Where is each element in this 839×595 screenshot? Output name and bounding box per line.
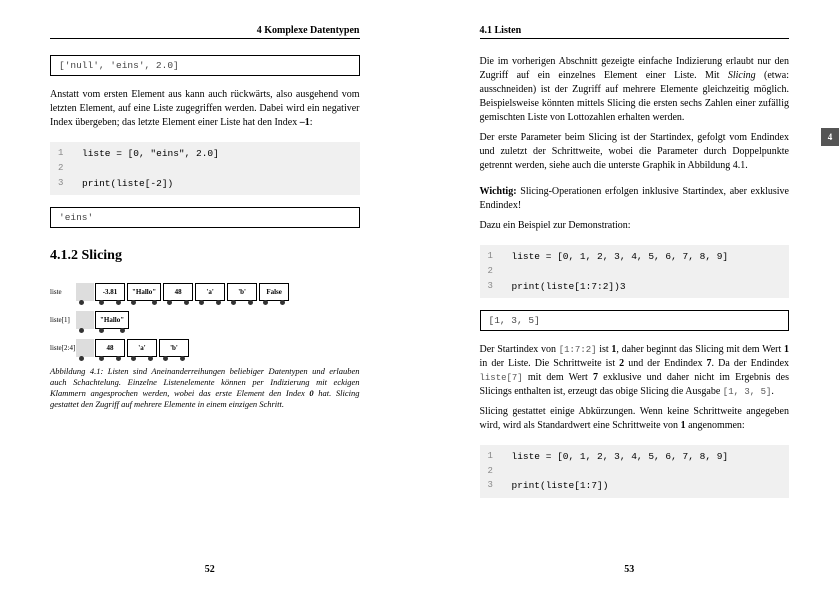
truck-cab-icon	[76, 339, 94, 357]
wagon: "Hallo"	[127, 283, 161, 301]
page-left: 4 Komplexe Datentypen ['null', 'eins', 2…	[0, 0, 420, 595]
text: :	[310, 117, 313, 128]
important-label: Wichtig:	[480, 186, 517, 197]
text: . Da der Endindex	[712, 358, 789, 369]
text: .	[771, 386, 774, 397]
paragraph: Die im vorherigen Abschnitt gezeigte ein…	[480, 55, 790, 125]
num: 1	[784, 344, 789, 355]
paragraph: Dazu ein Beispiel zur Demonstration:	[480, 219, 790, 233]
code: liste = [0, "eins", 2.0]	[82, 146, 219, 161]
figure-4-1: liste -3.81 "Hallo" 48 'a' 'b' False lis…	[50, 280, 360, 360]
wagon: 48	[163, 283, 193, 301]
wagon: 'a'	[127, 339, 157, 357]
term-slicing: Slicing	[728, 70, 756, 81]
page-number-right: 53	[624, 564, 634, 575]
output-box-1: ['null', 'eins', 2.0]	[50, 55, 360, 76]
output-box-2: 'eins'	[50, 207, 360, 228]
truck-cab-icon	[76, 311, 94, 329]
chapter-thumb-tab: 4	[821, 128, 839, 146]
page-number-left: 52	[205, 564, 215, 575]
truck-row-full: liste -3.81 "Hallo" 48 'a' 'b' False	[50, 283, 360, 301]
figure-caption: Abbildung 4.1: Listen sind Aneinanderrei…	[50, 366, 360, 410]
code: liste = [0, 1, 2, 3, 4, 5, 6, 7, 8, 9]	[512, 249, 729, 264]
lineno: 3	[58, 176, 82, 191]
running-head-left: 4 Komplexe Datentypen	[50, 25, 360, 39]
code-listing-3: 1liste = [0, 1, 2, 3, 4, 5, 6, 7, 8, 9] …	[480, 445, 790, 498]
wagon: "Hallo"	[95, 311, 129, 329]
wagon: 'b'	[227, 283, 257, 301]
truck-label: liste[1]	[50, 316, 76, 324]
truck-cab-icon	[76, 283, 94, 301]
lineno: 2	[58, 161, 82, 175]
text: und der Endindex	[624, 358, 706, 369]
index-value: –1	[300, 117, 310, 128]
text: in der Liste. Die Schrittweite ist	[480, 358, 620, 369]
code-listing-2: 1liste = [0, 1, 2, 3, 4, 5, 6, 7, 8, 9] …	[480, 245, 790, 298]
code: print(liste[1:7:2])3	[512, 279, 626, 294]
lineno: 1	[488, 449, 512, 464]
paragraph: Anstatt vom ersten Element aus kann auch…	[50, 88, 360, 130]
lineno: 3	[488, 478, 512, 493]
paragraph: Slicing gestattet einige Abkürzungen. We…	[480, 405, 790, 433]
output-box-3: [1, 3, 5]	[480, 310, 790, 331]
wagon: 'b'	[159, 339, 189, 357]
code: print(liste[-2])	[82, 176, 173, 191]
inline-code: [1:7:2]	[559, 345, 597, 355]
text: Slicing-Operationen erfolgen inklusive S…	[480, 186, 790, 211]
running-head-right: 4.1 Listen	[480, 25, 790, 39]
lineno: 1	[488, 249, 512, 264]
paragraph: Der Startindex von [1:7:2] ist 1, daher …	[480, 343, 790, 399]
paragraph: Der erste Parameter beim Slicing ist der…	[480, 131, 790, 173]
code: liste = [0, 1, 2, 3, 4, 5, 6, 7, 8, 9]	[512, 449, 729, 464]
lineno: 2	[488, 264, 512, 278]
inline-code: liste[7]	[480, 373, 523, 383]
text: mit dem Wert	[523, 372, 593, 383]
truck-label: liste[2:4]	[50, 344, 76, 352]
lineno: 1	[58, 146, 82, 161]
lineno: 2	[488, 464, 512, 478]
truck-row-index: liste[1] "Hallo"	[50, 311, 360, 329]
text: Der Startindex von	[480, 344, 559, 355]
wagon: 48	[95, 339, 125, 357]
text: Anstatt vom ersten Element aus kann auch…	[50, 89, 360, 128]
text: ist	[597, 344, 612, 355]
wagon: -3.81	[95, 283, 125, 301]
page-right: 4.1 Listen Die im vorherigen Abschnitt g…	[420, 0, 839, 595]
paragraph-wichtig: Wichtig: Slicing-Operationen erfolgen in…	[480, 185, 790, 213]
subsection-heading: 4.1.2 Slicing	[50, 248, 360, 264]
code: print(liste[1:7])	[512, 478, 609, 493]
wagon: False	[259, 283, 289, 301]
wagon: 'a'	[195, 283, 225, 301]
truck-row-slice: liste[2:4] 48 'a' 'b'	[50, 339, 360, 357]
inline-code: [1, 3, 5]	[723, 387, 772, 397]
text: angenommen:	[686, 420, 745, 431]
code-listing-1: 1liste = [0, "eins", 2.0] 2 3print(liste…	[50, 142, 360, 195]
text: , daher beginnt das Slicing mit dem Wert	[616, 344, 784, 355]
truck-label: liste	[50, 288, 76, 296]
lineno: 3	[488, 279, 512, 294]
